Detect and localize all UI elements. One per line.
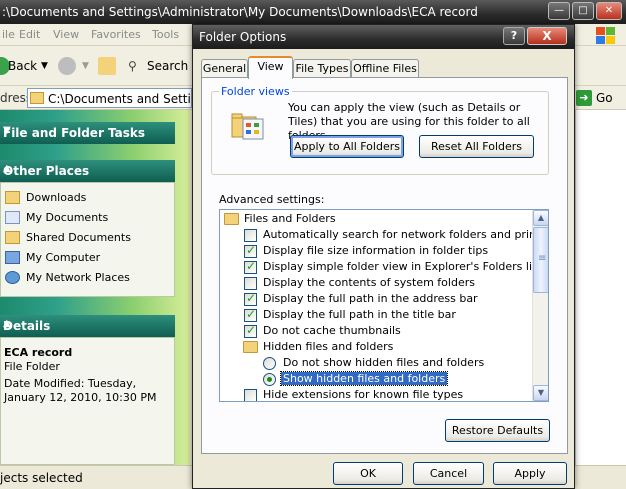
checkbox-checked[interactable] — [244, 323, 257, 338]
menu-view[interactable]: View — [53, 28, 79, 41]
forward-arrow-icon[interactable] — [58, 57, 76, 75]
tab-general[interactable]: General — [201, 59, 248, 78]
file-list-area[interactable] — [575, 110, 626, 465]
explorer-maximize-button[interactable]: □ — [572, 2, 594, 20]
dialog-title: Folder Options — [199, 30, 287, 44]
go-arrow-icon: ➜ — [576, 90, 592, 106]
computer-icon — [5, 251, 20, 264]
details-type: File Folder — [4, 360, 60, 373]
setting-files-and-folders: Files and Folders — [220, 211, 532, 227]
settings-scrollbar[interactable]: ▲ ▼ — [532, 210, 548, 401]
shared-folder-icon — [5, 231, 20, 244]
folder-icon — [224, 213, 239, 225]
checkbox[interactable] — [244, 229, 257, 242]
explorer-close-button[interactable]: ✕ — [596, 2, 622, 20]
other-places-list: Downloads My Documents Shared Documents … — [0, 182, 175, 297]
chevron-up-icon[interactable]: ▲ — [3, 163, 167, 174]
windows-logo-icon — [592, 24, 618, 46]
setting-simple-folder-view[interactable]: Display simple folder view in Explorer's… — [220, 259, 542, 275]
setting-full-path-address-bar[interactable]: Display the full path in the address bar — [220, 291, 532, 307]
radio-button[interactable] — [263, 357, 276, 370]
menu-favorites[interactable]: Favorites — [91, 28, 141, 41]
apply-button[interactable]: Apply — [493, 462, 567, 485]
advanced-settings-label: Advanced settings: — [219, 193, 325, 206]
radio-button-selected[interactable] — [263, 373, 276, 386]
go-button[interactable]: ➜ Go — [576, 88, 620, 108]
details-panel: ECA record File Folder Date Modified: Tu… — [0, 337, 175, 465]
status-text: jects selected — [0, 471, 83, 485]
my-documents-icon — [5, 211, 20, 224]
back-button[interactable]: Back — [8, 59, 37, 73]
details-header[interactable]: Details ▲ — [0, 315, 175, 337]
dialog-title-bar[interactable]: Folder Options ? X — [193, 25, 574, 49]
cancel-button[interactable]: Cancel — [413, 462, 484, 485]
checkbox[interactable] — [244, 389, 257, 401]
search-icon: ⚲ — [128, 59, 137, 73]
folder-options-dialog: Folder Options ? X General View File Typ… — [192, 24, 575, 489]
menu-edit[interactable]: Edit — [19, 28, 40, 41]
reset-all-folders-button[interactable]: Reset All Folders — [419, 135, 534, 158]
menu-file[interactable]: ile — [2, 28, 15, 41]
setting-hide-extensions[interactable]: Hide extensions for known file types — [220, 387, 532, 401]
back-dropdown-icon[interactable]: ▼ — [41, 61, 48, 71]
tab-view[interactable]: View — [248, 56, 293, 79]
checkbox[interactable] — [244, 277, 257, 290]
setting-hidden-files-folders: Hidden files and folders — [220, 339, 532, 355]
up-folder-icon[interactable] — [98, 57, 116, 75]
scroll-down-arrow-icon[interactable]: ▼ — [533, 385, 548, 401]
details-name: ECA record — [4, 346, 73, 359]
advanced-settings-list[interactable]: Files and Folders Automatically search f… — [219, 209, 549, 402]
setting-no-cache-thumbnails[interactable]: Do not cache thumbnails — [220, 323, 532, 339]
file-folder-tasks-header[interactable]: File and Folder Tasks ▼ — [0, 122, 175, 144]
explorer-title: :\Documents and Settings\Administrator\M… — [2, 5, 478, 19]
folder-views-legend: Folder views — [219, 85, 292, 98]
go-label: Go — [596, 91, 613, 105]
checkbox-checked[interactable] — [244, 243, 257, 258]
setting-show-hidden[interactable]: Show hidden files and folders — [220, 371, 532, 387]
details-modified-line2: January 12, 2010, 10:30 PM — [4, 391, 157, 404]
explorer-minimize-button[interactable]: — — [548, 2, 570, 20]
chevron-up-icon[interactable]: ▲ — [3, 318, 167, 329]
checkbox-checked[interactable] — [244, 307, 257, 322]
setting-file-size-tips[interactable]: Display file size information in folder … — [220, 243, 532, 259]
address-input[interactable]: C:\Documents and Settings\A — [27, 88, 225, 108]
checkbox-checked[interactable] — [244, 259, 257, 274]
apply-to-all-folders-button[interactable]: Apply to All Folders — [290, 135, 404, 158]
scroll-up-arrow-icon[interactable]: ▲ — [533, 210, 548, 226]
folder-icon — [243, 341, 258, 353]
help-button[interactable]: ? — [503, 27, 525, 45]
explorer-title-bar[interactable]: :\Documents and Settings\Administrator\M… — [0, 0, 626, 24]
folder-icon — [5, 191, 20, 204]
restore-defaults-button[interactable]: Restore Defaults — [445, 419, 550, 442]
close-button[interactable]: X — [527, 27, 567, 45]
tab-file-types[interactable]: File Types — [293, 59, 351, 78]
forward-dropdown-icon[interactable]: ▼ — [82, 61, 89, 71]
chevron-down-icon[interactable]: ▼ — [3, 125, 167, 136]
details-modified-line1: Date Modified: Tuesday, — [4, 377, 137, 390]
setting-system-folder-contents[interactable]: Display the contents of system folders — [220, 275, 532, 291]
task-pane: File and Folder Tasks ▼ Other Places ▲ D… — [0, 110, 190, 465]
setting-full-path-title-bar[interactable]: Display the full path in the title bar — [220, 307, 532, 323]
search-button[interactable]: Search — [147, 59, 188, 73]
other-places-header[interactable]: Other Places ▲ — [0, 160, 175, 182]
scroll-thumb[interactable] — [533, 227, 548, 293]
tab-offline-files[interactable]: Offline Files — [351, 59, 419, 78]
folder-views-icon — [231, 113, 264, 140]
setting-do-not-show-hidden[interactable]: Do not show hidden files and folders — [220, 355, 532, 371]
setting-auto-search-network[interactable]: Automatically search for network folders… — [220, 227, 548, 243]
menu-tools[interactable]: Tools — [152, 28, 179, 41]
folder-icon — [30, 92, 44, 104]
checkbox-checked[interactable] — [244, 291, 257, 306]
network-icon — [5, 271, 20, 284]
ok-button[interactable]: OK — [333, 462, 403, 485]
